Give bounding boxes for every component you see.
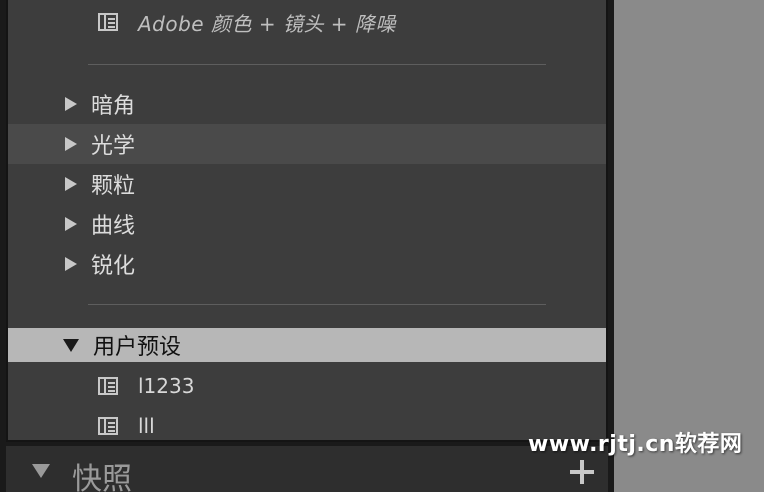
expand-triangle-icon[interactable] [65, 257, 77, 271]
section-divider [88, 64, 546, 65]
preset-group-label: 曲线 [91, 214, 136, 239]
snapshots-label: 快照 [72, 462, 132, 492]
preset-icon [98, 417, 118, 435]
section-divider [88, 304, 546, 305]
user-preset-item[interactable]: l1233 [8, 366, 606, 406]
preset-group-curve[interactable]: 曲线 [8, 204, 606, 244]
preset-group-vignette[interactable]: 暗角 [8, 84, 606, 124]
preset-group-label: 光学 [91, 134, 136, 159]
expand-triangle-icon[interactable] [65, 217, 77, 231]
preset-icon [98, 377, 118, 395]
snapshots-header[interactable]: 快照 [6, 446, 608, 492]
preset-group-label: 用户预设 [93, 335, 182, 360]
presets-panel: Adobe 颜色 + 镜头 + 降噪 暗角 光学 颗粒 曲线 锐化 用户预设 l… [6, 0, 608, 442]
preset-icon [98, 13, 118, 31]
preset-item-adobe-color-lens-denoise[interactable]: Adobe 颜色 + 镜头 + 降噪 [8, 2, 606, 42]
expand-triangle-icon[interactable] [65, 97, 77, 111]
expand-triangle-icon[interactable] [65, 177, 77, 191]
preset-group-label: 暗角 [91, 94, 136, 119]
collapse-triangle-icon[interactable] [32, 464, 50, 478]
preset-group-sharpen[interactable]: 锐化 [8, 244, 606, 284]
preset-group-optics[interactable]: 光学 [8, 124, 606, 164]
preset-group-label: 锐化 [91, 254, 136, 279]
preset-label: l1233 [138, 374, 195, 398]
plus-icon[interactable] [570, 460, 594, 484]
lightroom-presets-screen: Adobe 颜色 + 镜头 + 降噪 暗角 光学 颗粒 曲线 锐化 用户预设 l… [0, 0, 764, 492]
expand-triangle-icon[interactable] [65, 137, 77, 151]
preset-group-grain[interactable]: 颗粒 [8, 164, 606, 204]
preset-group-label: 颗粒 [91, 174, 136, 199]
preset-label: lll [138, 414, 155, 438]
collapse-triangle-icon[interactable] [63, 338, 79, 352]
watermark-text: www.rjtj.cn软荐网 [528, 432, 743, 457]
user-preset-item[interactable]: lll [8, 406, 606, 440]
preset-label: Adobe 颜色 + 镜头 + 降噪 [138, 11, 396, 36]
preset-group-user-presets[interactable]: 用户预设 [8, 328, 606, 362]
